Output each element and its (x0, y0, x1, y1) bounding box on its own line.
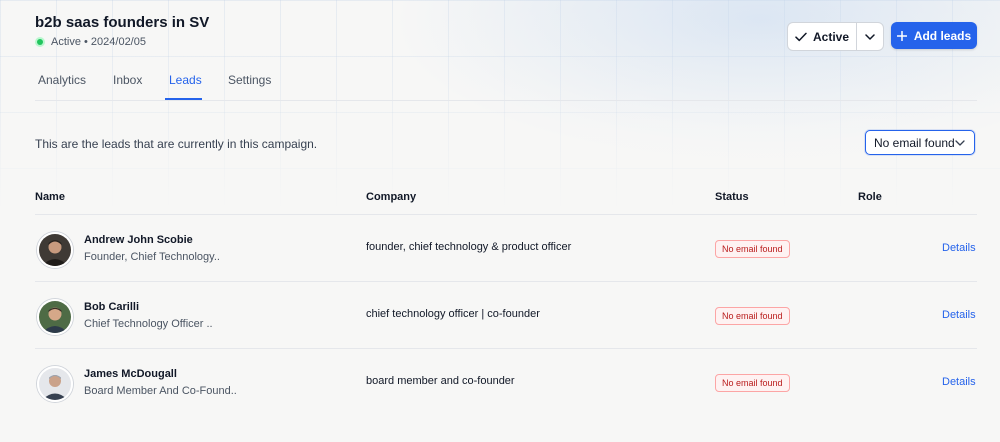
details-link[interactable]: Details (942, 376, 976, 388)
table-row: James McDougall Board Member And Co-Foun… (35, 349, 977, 416)
avatar (37, 232, 73, 268)
tab-leads[interactable]: Leads (169, 73, 202, 87)
add-leads-button[interactable]: Add leads (891, 22, 977, 49)
lead-name: Andrew John Scobie (84, 234, 193, 246)
column-header-name: Name (35, 191, 65, 203)
column-header-status: Status (715, 191, 749, 203)
lead-title: Board Member And Co-Found.. (84, 385, 237, 397)
campaign-status-line: Active • 2024/02/05 (35, 36, 146, 48)
table-row: Andrew John Scobie Founder, Chief Techno… (35, 215, 977, 282)
lead-company: board member and co-founder (366, 375, 515, 387)
tab-inbox[interactable]: Inbox (113, 73, 142, 87)
check-icon (795, 32, 807, 41)
status-badge: No email found (715, 307, 790, 325)
status-badge: No email found (715, 374, 790, 392)
details-link[interactable]: Details (942, 242, 976, 254)
campaign-subtitle: Active • 2024/02/05 (51, 36, 146, 48)
status-caret-button[interactable] (857, 23, 883, 50)
status-dropdown[interactable]: Active (787, 22, 884, 51)
lead-name: Bob Carilli (84, 301, 140, 313)
add-leads-label: Add leads (913, 28, 972, 43)
column-header-company: Company (366, 191, 417, 203)
tab-analytics[interactable]: Analytics (38, 73, 86, 87)
status-button-label: Active (812, 29, 850, 44)
campaign-tabs: Analytics Inbox Leads Settings (35, 70, 977, 101)
email-status-filter[interactable]: No email found (865, 130, 975, 155)
details-link[interactable]: Details (942, 309, 976, 321)
lead-company: founder, chief technology & product offi… (366, 241, 572, 253)
lead-title: Founder, Chief Technology.. (84, 251, 220, 263)
tab-settings[interactable]: Settings (228, 73, 271, 87)
column-header-role: Role (858, 191, 882, 203)
status-badge: No email found (715, 240, 790, 258)
plus-icon (896, 30, 907, 41)
avatar (37, 366, 73, 402)
table-row: Bob Carilli Chief Technology Officer .. … (35, 282, 977, 349)
campaign-title: b2b saas founders in SV (35, 14, 210, 31)
chevron-down-icon (955, 139, 965, 146)
leads-description: This are the leads that are currently in… (35, 137, 318, 151)
lead-title: Chief Technology Officer .. (84, 318, 213, 330)
chevron-down-icon (865, 33, 875, 40)
filter-value: No email found (874, 135, 955, 150)
status-button[interactable]: Active (788, 23, 857, 50)
lead-name: James McDougall (84, 368, 177, 380)
status-dot (37, 39, 43, 45)
active-tab-indicator (165, 98, 202, 100)
avatar (37, 299, 73, 335)
lead-company: chief technology officer | co-founder (366, 308, 540, 320)
